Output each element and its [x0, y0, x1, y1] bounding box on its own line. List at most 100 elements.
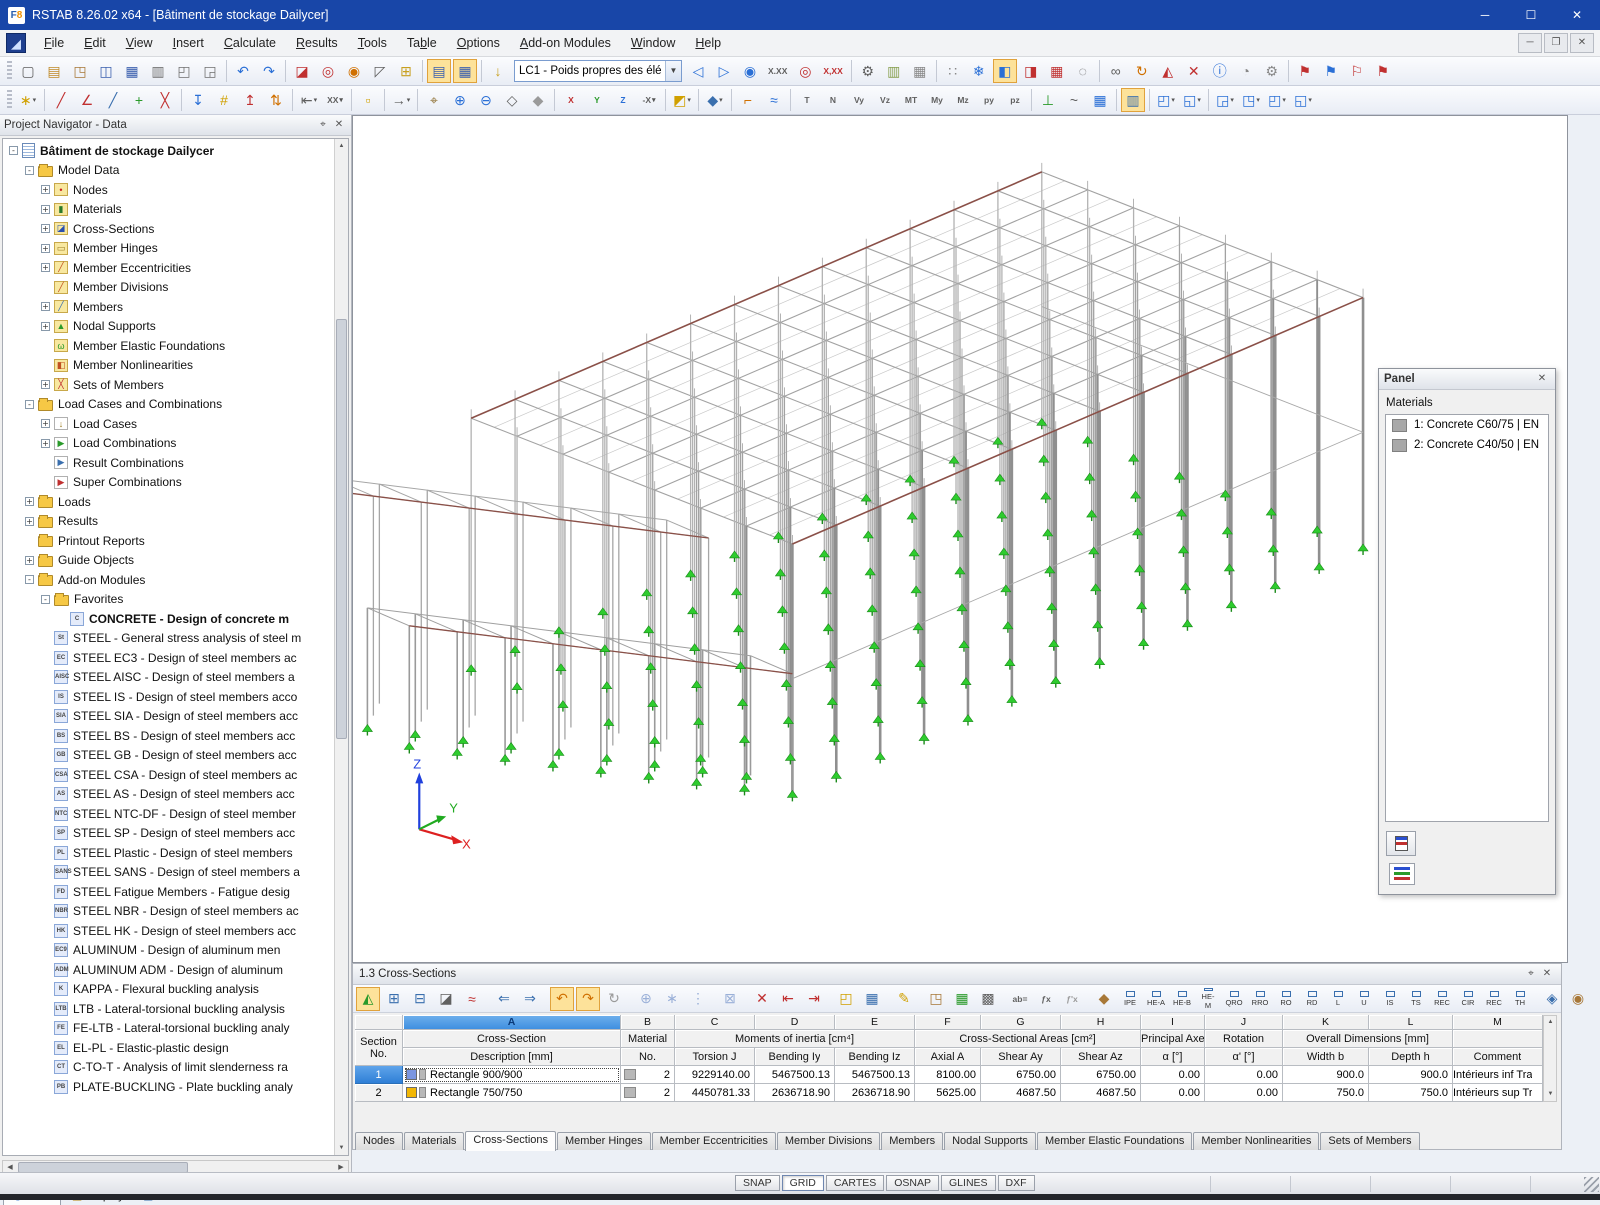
menu-calculate[interactable]: Calculate — [214, 30, 286, 57]
open-project-button[interactable]: ▤ — [42, 59, 66, 83]
value-cell[interactable]: 4687.50 — [1061, 1084, 1141, 1102]
tree-item-btiment[interactable]: -Bâtiment de stockage Dailycer — [3, 141, 333, 161]
tree-item-load[interactable]: -Load Cases and Combinations — [3, 395, 333, 415]
close-icon[interactable]: ✕ — [1534, 371, 1550, 387]
table-tab-member-elastic-foundations[interactable]: Member Elastic Foundations — [1037, 1132, 1192, 1150]
expand-toggle[interactable]: + — [41, 380, 50, 389]
expand-toggle[interactable]: + — [25, 517, 34, 526]
comment-cell[interactable]: Intérieurs inf Tra — [1453, 1066, 1543, 1084]
tree-item-steel[interactable]: SANSSTEEL SANS - Design of steel members… — [3, 863, 333, 883]
new-load-case-button[interactable]: ↓ — [486, 59, 510, 83]
zoom-region-button[interactable]: ◎ — [316, 59, 340, 83]
snap-button[interactable]: ❄ — [967, 59, 991, 83]
zoom-full-button[interactable]: ◉ — [342, 59, 366, 83]
column-letter-M[interactable]: M — [1453, 1015, 1543, 1030]
tree-item-member[interactable]: +▭Member Hinges — [3, 239, 333, 259]
table-section-is-button[interactable]: IS — [1378, 987, 1402, 1011]
status-toggle-dxf[interactable]: DXF — [998, 1175, 1035, 1191]
panel-colors-tab[interactable] — [1389, 863, 1415, 885]
table-more-button[interactable]: ⋮ — [686, 987, 710, 1011]
print-graphic-button[interactable]: ◲ — [198, 59, 222, 83]
table-section-ipe-button[interactable]: IPE — [1118, 987, 1142, 1011]
collapse-toggle[interactable]: - — [41, 595, 50, 604]
select-nodes-button[interactable]: ∗▾ — [16, 88, 40, 112]
table-vertical-scrollbar[interactable]: ▲ ▼ — [1543, 1015, 1557, 1102]
column-letter-J[interactable]: J — [1205, 1015, 1283, 1030]
table-section-favorites-button[interactable]: ◈ — [1540, 987, 1564, 1011]
isometric-view-button[interactable]: ◇ — [500, 88, 524, 112]
calculation-button[interactable]: ⚙ — [856, 59, 880, 83]
value-cell[interactable]: 5625.00 — [915, 1084, 981, 1102]
expand-toggle[interactable]: + — [25, 497, 34, 506]
status-toggle-snap[interactable]: SNAP — [735, 1175, 780, 1191]
connect-members-button[interactable]: ∞ — [1104, 59, 1128, 83]
snap-points-button[interactable]: ∷ — [941, 59, 965, 83]
tree-item-model[interactable]: -Model Data — [3, 161, 333, 181]
move-copy-button[interactable]: ↥ — [238, 88, 262, 112]
tree-item-steel[interactable]: ECSTEEL EC3 - Design of steel members ac — [3, 648, 333, 668]
menu-file[interactable]: File — [34, 30, 74, 57]
value-cell[interactable]: 750.0 — [1283, 1084, 1369, 1102]
expand-toggle[interactable]: + — [41, 302, 50, 311]
next-load-case-button[interactable]: ▷ — [712, 59, 736, 83]
table-section-cir-button[interactable]: CIR — [1456, 987, 1480, 1011]
menu-edit[interactable]: Edit — [74, 30, 116, 57]
status-toggle-grid[interactable]: GRID — [782, 1175, 824, 1191]
tree-item-materials[interactable]: +▮Materials — [3, 200, 333, 220]
table-table-view-button[interactable]: ▦ — [860, 987, 884, 1011]
tree-item-steel[interactable]: SIASTEEL SIA - Design of steel members a… — [3, 707, 333, 727]
generate-loads-4-button[interactable]: ⚑ — [1371, 59, 1395, 83]
print-button[interactable]: ◰ — [172, 59, 196, 83]
scroll-up-icon[interactable]: ▲ — [335, 139, 348, 153]
zoom-in-button[interactable]: ⊕ — [448, 88, 472, 112]
tree-item-printout[interactable]: Printout Reports — [3, 531, 333, 551]
column-letter-K[interactable]: K — [1283, 1015, 1369, 1030]
column-letter-B[interactable]: B — [621, 1015, 675, 1030]
table-find-replace-button[interactable]: ab= — [1008, 987, 1032, 1011]
value-cell[interactable]: 0.00 — [1141, 1066, 1205, 1084]
value-cell[interactable]: 5467500.13 — [835, 1066, 915, 1084]
tree-item-load[interactable]: +▶Load Combinations — [3, 434, 333, 454]
units-button[interactable]: ◔ — [1234, 59, 1258, 83]
close-icon[interactable]: ✕ — [331, 117, 347, 133]
work-plane-y-button[interactable]: ◨ — [1019, 59, 1043, 83]
table-jump-previous-button[interactable]: ⇐ — [492, 987, 516, 1011]
menu-window[interactable]: Window — [621, 30, 685, 57]
program-options-button[interactable]: ⚙ — [1260, 59, 1284, 83]
table-function-fx-prime-button[interactable]: ƒ'x — [1060, 987, 1084, 1011]
show-result-values-button[interactable]: X,XX — [819, 59, 846, 83]
table-apply-ok-button[interactable]: ◭ — [356, 987, 380, 1011]
table-calculator-button[interactable]: ▩ — [976, 987, 1000, 1011]
partial-views-button[interactable]: ▦ — [1088, 88, 1112, 112]
results-display-2-button[interactable]: ◳▾ — [1239, 88, 1263, 112]
redo-button[interactable]: ↷ — [257, 59, 281, 83]
minimize-button[interactable]: ─ — [1462, 0, 1508, 30]
table-tab-member-divisions[interactable]: Member Divisions — [777, 1132, 880, 1150]
status-toggle-glines[interactable]: GLINES — [941, 1175, 996, 1191]
pin-icon[interactable]: ⌖ — [315, 117, 331, 133]
tree-item-steel[interactable]: ISSTEEL IS - Design of steel members acc… — [3, 687, 333, 707]
value-cell[interactable]: 6750.00 — [1061, 1066, 1141, 1084]
table-refresh-button[interactable]: ↻ — [602, 987, 626, 1011]
table-section-info-button[interactable]: ◉ — [1566, 987, 1590, 1011]
value-cell[interactable]: 2636718.90 — [835, 1084, 915, 1102]
pick-object-button[interactable]: ◸ — [368, 59, 392, 83]
scroll-up-icon[interactable]: ▲ — [1544, 1016, 1557, 1029]
render-mode-button[interactable]: ◪ — [290, 59, 314, 83]
support-spring-button[interactable]: ~ — [1062, 88, 1086, 112]
tree-item-favorites[interactable]: -Favorites — [3, 590, 333, 610]
column-letter-F[interactable]: F — [915, 1015, 981, 1030]
connect-member-button[interactable]: + — [127, 88, 151, 112]
results-display-1-button[interactable]: ◲▾ — [1213, 88, 1237, 112]
tree-item-ctot[interactable]: CTC-TO-T - Analysis of limit slenderness… — [3, 1058, 333, 1078]
row-number[interactable]: 2 — [355, 1084, 403, 1102]
tree-item-load[interactable]: +↓Load Cases — [3, 414, 333, 434]
value-cell[interactable]: 0.00 — [1205, 1084, 1283, 1102]
display-lc-1-button[interactable]: ◰▾ — [1154, 88, 1178, 112]
table-insert-row-red-button[interactable]: ⇥ — [802, 987, 826, 1011]
column-letter-I[interactable]: I — [1141, 1015, 1205, 1030]
tree-item-guide[interactable]: +Guide Objects — [3, 551, 333, 571]
menu-results[interactable]: Results — [286, 30, 348, 57]
collapse-toggle[interactable]: - — [25, 166, 34, 175]
show-results-button[interactable]: ◎ — [793, 59, 817, 83]
